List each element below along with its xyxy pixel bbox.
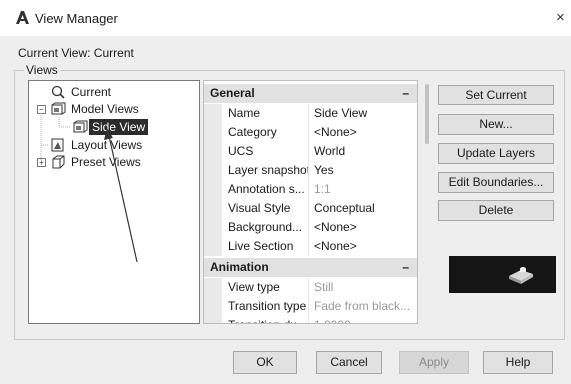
- property-value: 1.0000: [314, 316, 414, 323]
- property-name: Annotation s...: [228, 180, 309, 199]
- property-value[interactable]: Yes: [314, 161, 414, 180]
- view-preview: [449, 256, 556, 293]
- property-row[interactable]: Annotation s... 1:1: [204, 180, 417, 199]
- property-value: Fade from black...: [314, 299, 411, 313]
- category-animation[interactable]: Animation –: [204, 258, 417, 277]
- property-value[interactable]: <None>: [314, 237, 414, 256]
- autocad-app-icon: [16, 11, 29, 24]
- collapse-icon[interactable]: –: [402, 84, 409, 103]
- views-tree[interactable]: Current − Model Views Side View Layout V…: [28, 80, 200, 324]
- property-value: Still: [314, 280, 334, 294]
- property-row[interactable]: Live Section <None>: [204, 237, 417, 256]
- property-value: 1:1: [314, 182, 331, 196]
- ok-button[interactable]: OK: [233, 351, 297, 374]
- property-name: Transition type: [228, 297, 309, 316]
- property-row[interactable]: Background... <None>: [204, 218, 417, 237]
- category-general[interactable]: General –: [204, 84, 417, 103]
- property-value[interactable]: Conceptual: [314, 199, 414, 218]
- category-label: Animation: [210, 260, 269, 274]
- cancel-button[interactable]: Cancel: [316, 351, 382, 374]
- property-value[interactable]: <None>: [314, 123, 414, 142]
- property-name: Visual Style: [228, 199, 309, 218]
- apply-button[interactable]: Apply: [399, 351, 469, 374]
- property-value[interactable]: World: [314, 142, 414, 161]
- window-title: View Manager: [35, 11, 118, 26]
- property-name: Background...: [228, 218, 309, 237]
- property-name: Transition du...: [228, 316, 309, 323]
- help-button[interactable]: Help: [483, 351, 553, 374]
- close-icon[interactable]: ×: [556, 9, 565, 26]
- property-name: Live Section: [228, 237, 309, 256]
- property-row[interactable]: Name Side View: [204, 104, 417, 123]
- properties-scrollbar[interactable]: [425, 84, 429, 144]
- current-view-label: Current View: Current: [18, 46, 134, 60]
- collapse-icon[interactable]: –: [402, 258, 409, 277]
- property-name: Category: [228, 123, 309, 142]
- tree-lines: [40, 113, 71, 161]
- property-name: UCS: [228, 142, 309, 161]
- property-row[interactable]: UCS World: [204, 142, 417, 161]
- property-row[interactable]: Category <None>: [204, 123, 417, 142]
- property-name: Layer snapshot: [228, 161, 309, 180]
- property-row[interactable]: View type Still: [204, 278, 417, 297]
- property-name: Name: [228, 104, 309, 123]
- view-properties-panel[interactable]: General – Name Side View Category <None> U…: [203, 80, 418, 324]
- preview-solid-icon: [509, 267, 533, 284]
- set-current-button[interactable]: Set Current: [438, 85, 554, 105]
- tree-item-label: Side View: [89, 119, 149, 135]
- views-group-label: Views: [24, 63, 60, 77]
- property-value[interactable]: <None>: [314, 218, 414, 237]
- property-row[interactable]: Visual Style Conceptual: [204, 199, 417, 218]
- property-row[interactable]: Transition du... 1.0000: [204, 316, 417, 323]
- update-layers-button[interactable]: Update Layers: [438, 143, 554, 164]
- property-row[interactable]: Layer snapshot Yes: [204, 161, 417, 180]
- edit-boundaries-button[interactable]: Edit Boundaries...: [438, 172, 554, 193]
- property-value[interactable]: Side View: [314, 104, 414, 123]
- new-view-button[interactable]: New...: [438, 114, 554, 135]
- delete-button[interactable]: Delete: [438, 200, 554, 221]
- category-label: General: [210, 86, 255, 100]
- property-name: View type: [228, 278, 309, 297]
- property-row[interactable]: Transition type Fade from black...: [204, 297, 417, 316]
